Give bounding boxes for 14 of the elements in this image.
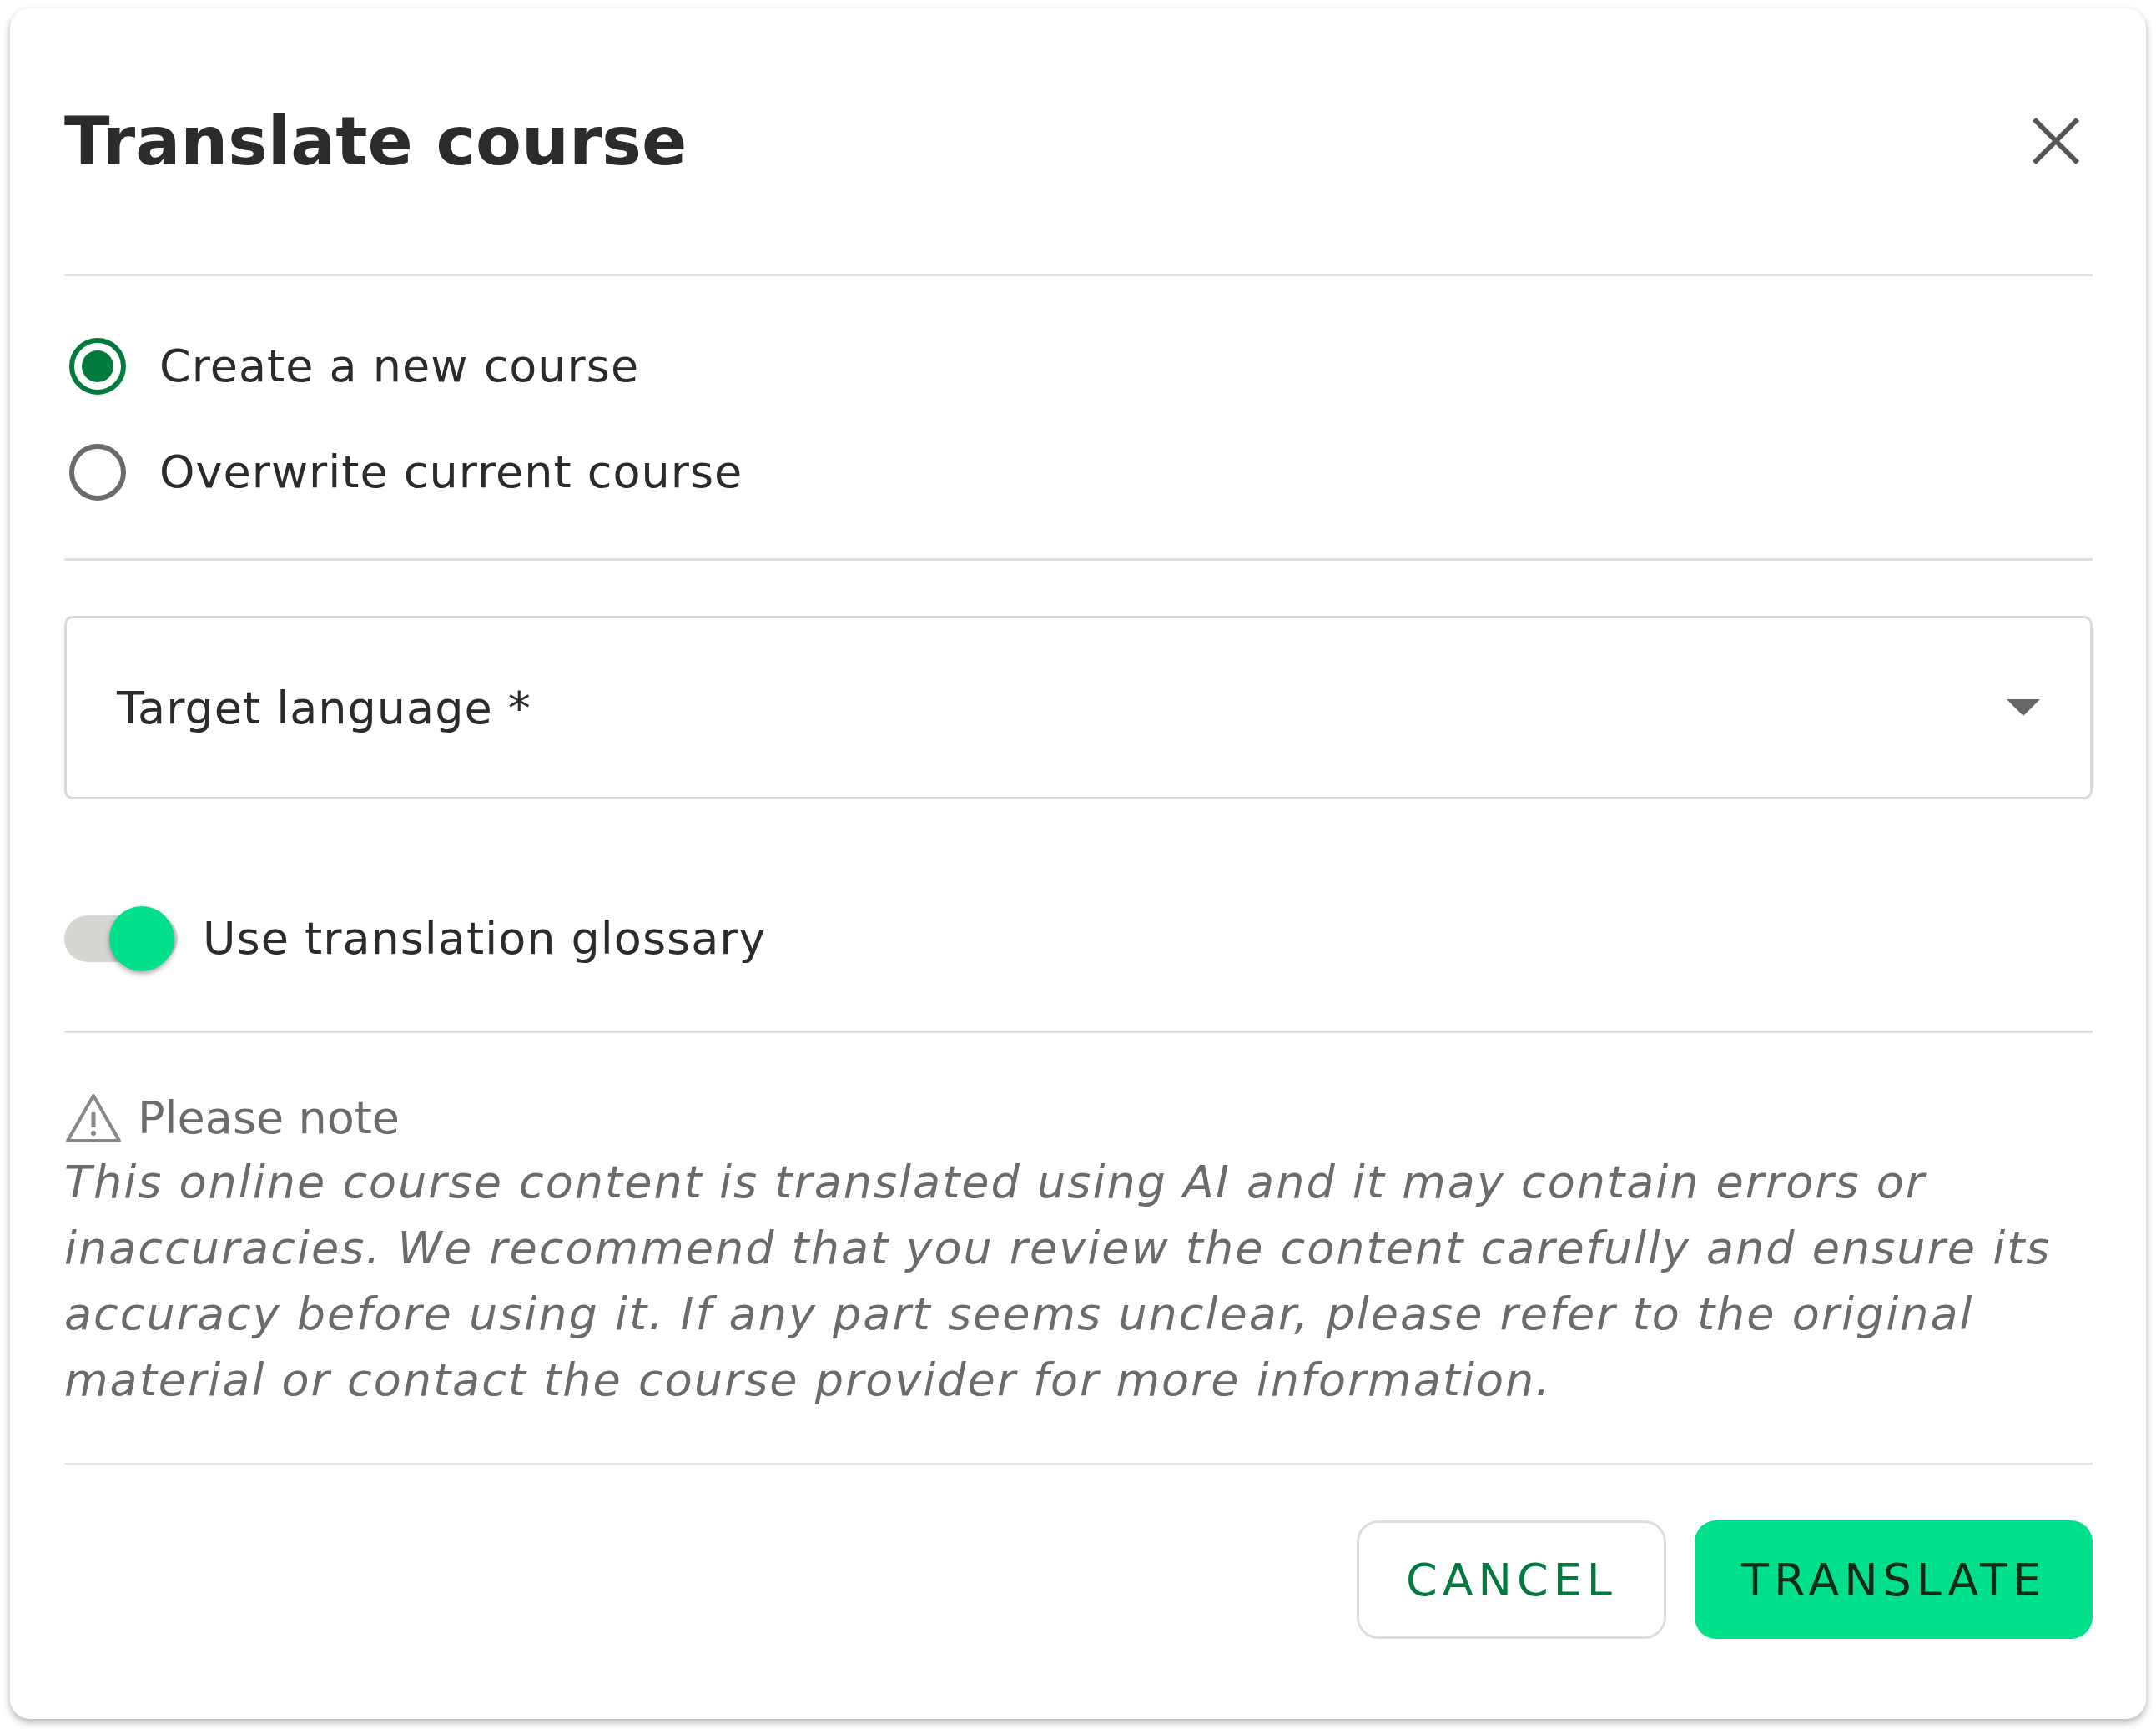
note-text: This online course content is translated using AI and it may contain errors or inaccuracies. We recommend that you review the content carefully and ensure its accuracy before using it. If any part seems unclear, please refer to the original material or contact the course provider for more information.	[64, 1155, 2053, 1408]
radio-button[interactable]	[69, 443, 126, 501]
translate-button[interactable]: TRANSLATE	[1694, 1520, 2093, 1639]
language-select[interactable]: Target language *	[64, 616, 2093, 799]
toggle-label: Use translation glossary	[203, 912, 767, 965]
close-icon[interactable]	[2031, 116, 2081, 166]
radio-label[interactable]: Create a new course	[159, 340, 640, 392]
radio-button[interactable]	[69, 337, 126, 395]
cancel-button[interactable]: CANCEL	[1356, 1520, 1666, 1639]
warning-icon	[64, 1091, 123, 1144]
note-title: Please note	[138, 1091, 400, 1144]
radio-label[interactable]: Overwrite current course	[159, 446, 743, 498]
caret-icon	[2007, 699, 2040, 716]
dialog-title: Translate course	[64, 102, 688, 180]
